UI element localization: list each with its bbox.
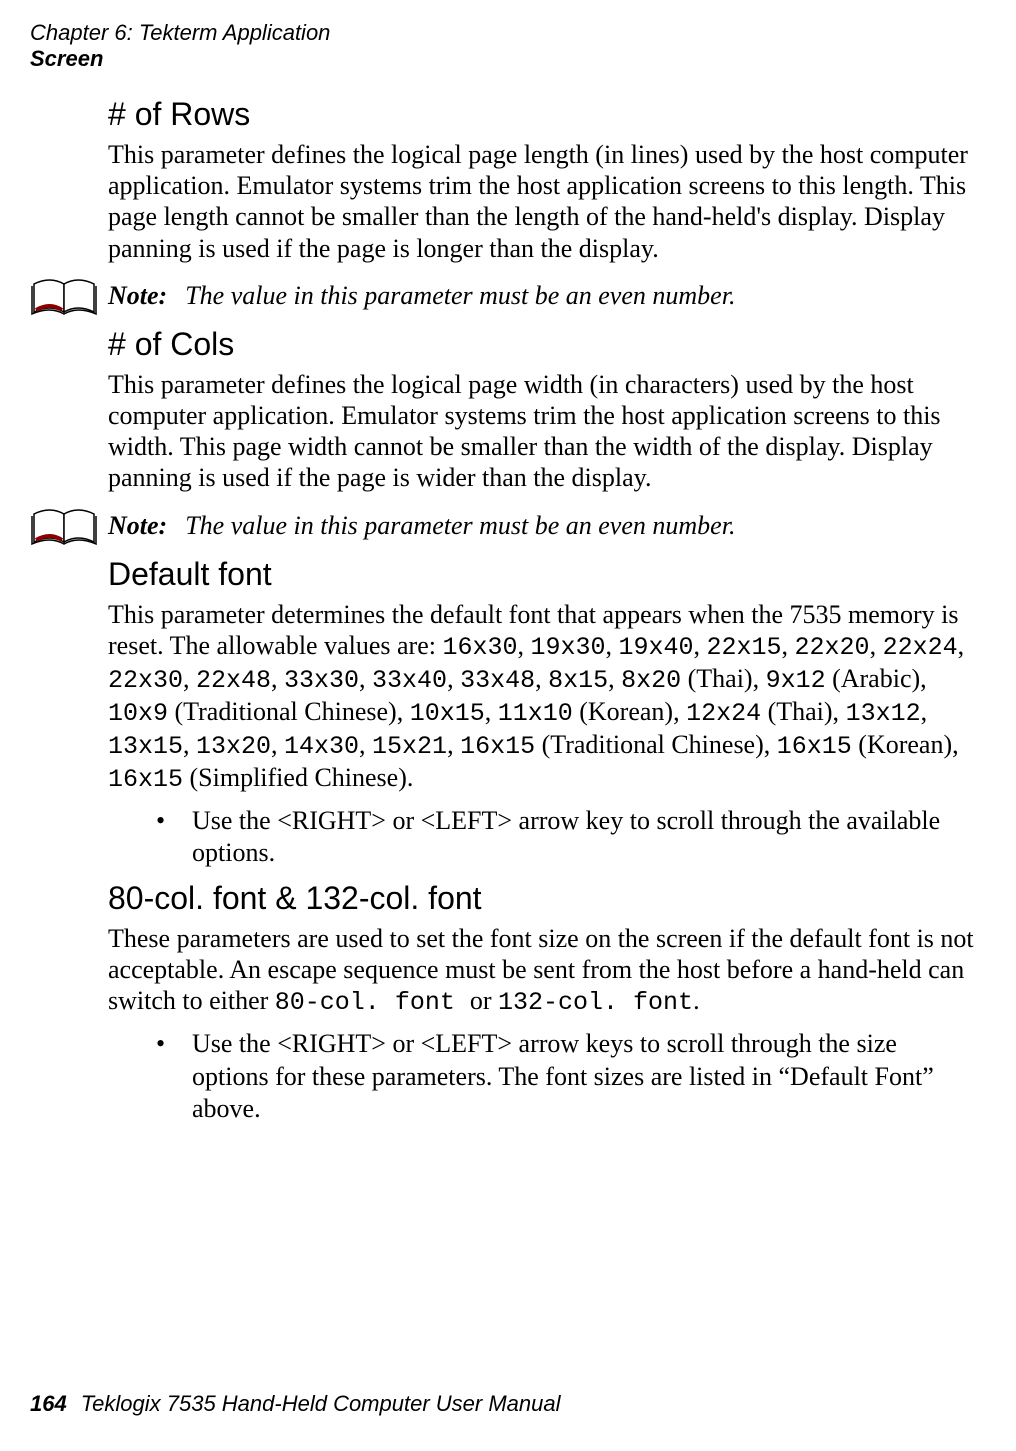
font-value: 9x12: [766, 666, 826, 695]
page-header: Chapter 6: Tekterm Application Screen: [30, 20, 330, 73]
book-icon: [30, 504, 100, 548]
section-label: Screen: [30, 46, 330, 72]
text: (Traditional Chinese),: [168, 697, 410, 726]
font-value: 22x20: [795, 633, 870, 662]
font-value: 22x24: [883, 633, 958, 662]
font-value: 33x30: [284, 666, 359, 695]
text: .: [693, 986, 700, 1015]
font-value: 22x15: [707, 633, 782, 662]
note-body: The value in this parameter must be an e…: [185, 511, 735, 540]
font-value: 16x30: [442, 633, 517, 662]
font-value: 19x30: [531, 633, 606, 662]
text: (Korean),: [852, 730, 959, 759]
page-footer: 164 Teklogix 7535 Hand-Held Computer User…: [30, 1391, 561, 1417]
font-value: 33x48: [460, 666, 535, 695]
text: or: [470, 986, 498, 1015]
page-number: 164: [30, 1391, 67, 1416]
text: (Arabic),: [826, 664, 927, 693]
heading-colfont: 80-col. font & 132-col. font: [108, 880, 978, 917]
font-value: 16x15: [108, 765, 183, 794]
text: (Traditional Chinese),: [535, 730, 777, 759]
note-rows: Note: The value in this parameter must be…: [30, 274, 978, 318]
text: (Simplified Chinese).: [183, 763, 413, 792]
para-cols: This parameter defines the logical page …: [108, 369, 978, 494]
font-value: 22x48: [196, 666, 271, 695]
font-value: 16x15: [777, 732, 852, 761]
note-label: Note:: [108, 281, 167, 310]
list-item: Use the <RIGHT> or <LEFT> arrow keys to …: [156, 1028, 978, 1126]
font-value: 8x15: [548, 666, 608, 695]
font-value: 10x15: [410, 699, 485, 728]
heading-rows: # of Rows: [108, 96, 978, 133]
font-value: 11x10: [498, 699, 573, 728]
heading-default-font: Default font: [108, 556, 978, 593]
font-value: 15x21: [372, 732, 447, 761]
para-colfont: These parameters are used to set the fon…: [108, 923, 978, 1018]
note-rows-text: Note: The value in this parameter must be…: [108, 281, 735, 311]
font-value: 13x12: [846, 699, 921, 728]
note-body: The value in this parameter must be an e…: [185, 281, 735, 310]
font-value: 33x40: [372, 666, 447, 695]
font-option: 80-col. font: [275, 988, 470, 1017]
font-value: 10x9: [108, 699, 168, 728]
bullet-list: Use the <RIGHT> or <LEFT> arrow keys to …: [156, 1028, 978, 1126]
font-value: 22x30: [108, 666, 183, 695]
footer-title: Teklogix 7535 Hand-Held Computer User Ma…: [81, 1391, 561, 1416]
font-value: 14x30: [284, 732, 359, 761]
note-label: Note:: [108, 511, 167, 540]
chapter-label: Chapter 6: Tekterm Application: [30, 20, 330, 46]
para-rows: This parameter defines the logical page …: [108, 139, 978, 264]
bullet-list: Use the <RIGHT> or <LEFT> arrow key to s…: [156, 805, 978, 870]
page: Chapter 6: Tekterm Application Screen # …: [0, 0, 1016, 1451]
font-value: 13x20: [196, 732, 271, 761]
font-option: 132-col. font: [498, 988, 693, 1017]
book-icon: [30, 274, 100, 318]
heading-cols: # of Cols: [108, 326, 978, 363]
font-value: 13x15: [108, 732, 183, 761]
text: (Thai),: [681, 664, 765, 693]
font-value: 8x20: [621, 666, 681, 695]
page-body: # of Rows This parameter defines the log…: [108, 88, 978, 1136]
text: (Thai),: [761, 697, 845, 726]
text: (Korean),: [573, 697, 686, 726]
note-cols: Note: The value in this parameter must be…: [30, 504, 978, 548]
note-cols-text: Note: The value in this parameter must be…: [108, 511, 735, 541]
list-item: Use the <RIGHT> or <LEFT> arrow key to s…: [156, 805, 978, 870]
font-value: 16x15: [460, 732, 535, 761]
font-value: 19x40: [619, 633, 694, 662]
font-value: 12x24: [686, 699, 761, 728]
para-default-font: This parameter determines the default fo…: [108, 599, 978, 795]
